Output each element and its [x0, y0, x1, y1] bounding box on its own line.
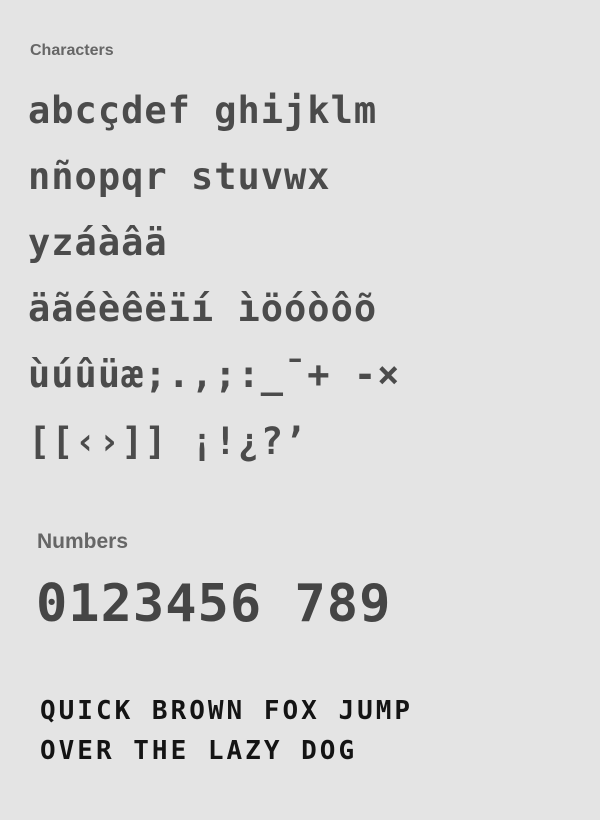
- numbers-heading: Numbers: [37, 530, 129, 553]
- character-row: abcçdef ghijklm: [28, 89, 378, 132]
- characters-heading: Characters: [30, 42, 114, 59]
- character-row: nñopqr stuvwx: [28, 155, 331, 198]
- character-row: äãéèêëïí ìöóòôõ: [28, 287, 378, 330]
- character-row: ùúûüæ;.,;:_¯+ -×: [28, 353, 401, 396]
- numbers-row: 0123456 789: [36, 574, 392, 634]
- character-row: yzáàâä: [28, 221, 168, 264]
- character-row: [[‹›]] ¡!¿?’: [28, 420, 308, 463]
- pangram-line: OVER THE LAZY DOG: [40, 736, 358, 766]
- pangram-line: QUICK BROWN FOX JUMP: [40, 696, 414, 726]
